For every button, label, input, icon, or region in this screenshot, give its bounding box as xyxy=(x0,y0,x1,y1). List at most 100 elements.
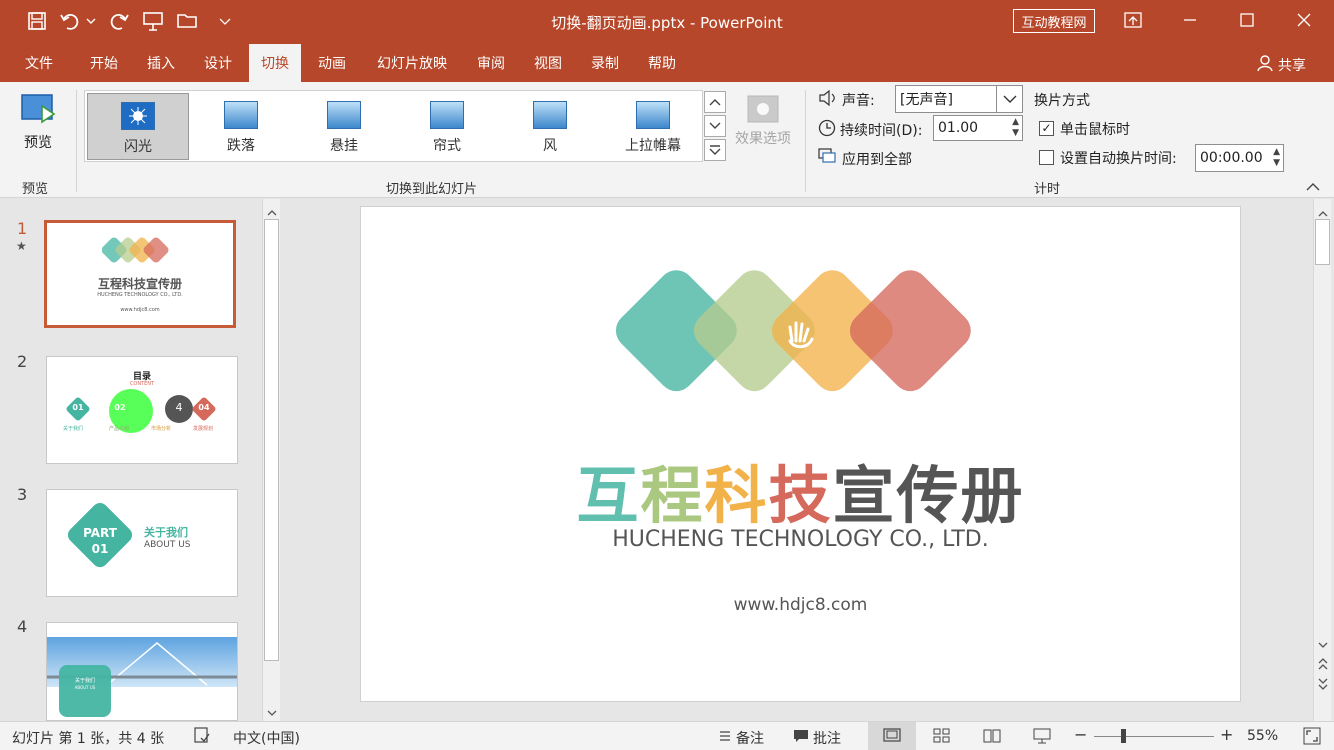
group-separator xyxy=(76,90,77,192)
slideshow-icon[interactable] xyxy=(1033,728,1051,748)
ribbon-display-icon[interactable] xyxy=(1105,0,1161,40)
slide-sorter-icon[interactable] xyxy=(933,728,951,748)
share-button[interactable]: 共享 xyxy=(1256,54,1306,76)
tab-slideshow[interactable]: 幻灯片放映 xyxy=(364,44,460,82)
normal-view-button[interactable] xyxy=(868,722,916,750)
thumbnail-slide-2[interactable]: 目录 CONTENT 01 02 03 4 04 关于我们 产品介绍 市场分析 … xyxy=(46,356,238,464)
spin-arrows-icon[interactable]: ▲ ▼ xyxy=(1273,147,1280,169)
scroll-thumb[interactable] xyxy=(264,219,279,661)
minimize-icon[interactable] xyxy=(1162,0,1218,40)
sound-select[interactable]: [无声音] xyxy=(895,85,1023,113)
close-icon[interactable] xyxy=(1276,0,1332,40)
language-indicator[interactable]: 中文(中国) xyxy=(233,728,300,748)
zoom-in-icon[interactable]: + xyxy=(1220,725,1233,744)
tab-design[interactable]: 设计 xyxy=(193,44,243,82)
collapse-ribbon-icon[interactable] xyxy=(1306,180,1320,196)
tab-file[interactable]: 文件 xyxy=(12,44,66,82)
duration-spinner[interactable]: 01.00 ▲ ▼ xyxy=(933,115,1023,141)
slide-title: 互程科技宣传册 xyxy=(361,445,1240,535)
transition-flash[interactable]: 闪光 xyxy=(87,93,189,160)
curtains-icon xyxy=(430,101,464,129)
tab-transitions[interactable]: 切换 xyxy=(249,44,301,82)
transition-drape[interactable]: 悬挂 xyxy=(293,93,395,160)
item-number: 02 xyxy=(114,403,126,412)
tab-help[interactable]: 帮助 xyxy=(637,44,687,82)
transition-label: 悬挂 xyxy=(330,138,358,154)
thumbnail-slide-1[interactable]: 互程科技宣传册 HUCHENG TECHNOLOGY CO., LTD. www… xyxy=(44,220,236,328)
advance-title: 换片方式 xyxy=(1034,93,1090,109)
tab-insert[interactable]: 插入 xyxy=(136,44,186,82)
thumbnail-slide-4[interactable]: 关于我们 ABOUT US xyxy=(46,622,238,721)
tab-view[interactable]: 视图 xyxy=(523,44,573,82)
sound-value: [无声音] xyxy=(900,92,953,108)
group-separator xyxy=(805,90,806,192)
transition-fall[interactable]: 跌落 xyxy=(190,93,292,160)
reading-view-icon[interactable] xyxy=(983,728,1001,748)
auto-after-spinner[interactable]: 00:00.00 ▲ ▼ xyxy=(1195,144,1284,172)
about-box xyxy=(59,665,111,717)
tab-record[interactable]: 录制 xyxy=(580,44,630,82)
auto-after-checkbox[interactable] xyxy=(1039,150,1054,165)
auto-after-value: 00:00.00 xyxy=(1200,150,1263,166)
maximize-icon[interactable] xyxy=(1219,0,1275,40)
thumbnail-scrollbar[interactable] xyxy=(262,199,280,721)
part-label: PART xyxy=(83,526,117,540)
zoom-slider[interactable] xyxy=(1094,736,1214,737)
speaker-icon xyxy=(818,89,838,110)
tab-animations[interactable]: 动画 xyxy=(307,44,357,82)
accessibility-icon[interactable] xyxy=(193,726,211,748)
tab-home[interactable]: 开始 xyxy=(78,44,130,82)
item-label: 发展规划 xyxy=(193,426,214,432)
title-char: 互 xyxy=(576,459,641,532)
thumb-subtitle: ABOUT US xyxy=(74,685,96,690)
chevron-down-icon[interactable] xyxy=(996,86,1022,112)
transition-label: 上拉帷幕 xyxy=(625,138,681,154)
zoom-out-icon[interactable]: − xyxy=(1074,725,1087,744)
gallery-group-label: 切换到此幻灯片 xyxy=(386,182,478,197)
fit-slide-icon[interactable] xyxy=(1303,727,1321,749)
gallery-more[interactable] xyxy=(704,139,726,161)
slide-scrollbar[interactable] xyxy=(1313,199,1331,721)
tutorial-badge[interactable]: 互动教程网 xyxy=(1013,9,1095,33)
zoom-level[interactable]: 55% xyxy=(1247,728,1278,744)
previous-slide-icon[interactable] xyxy=(1318,657,1328,675)
transition-label: 帘式 xyxy=(433,138,461,154)
spin-arrows-icon[interactable]: ▲ ▼ xyxy=(1012,117,1019,139)
comments-button[interactable]: 批注 xyxy=(793,728,841,748)
scroll-down-icon[interactable] xyxy=(1318,637,1328,653)
clock-icon xyxy=(818,119,836,141)
thumb-title: 关于我们 xyxy=(144,526,188,539)
current-slide[interactable]: 互程科技宣传册 HUCHENG TECHNOLOGY CO., LTD. www… xyxy=(360,206,1241,702)
apply-all-button[interactable]: 应用到全部 xyxy=(818,148,912,170)
scroll-thumb[interactable] xyxy=(1315,219,1330,265)
next-slide-icon[interactable] xyxy=(1318,677,1328,695)
gallery-scroll-down[interactable] xyxy=(704,115,726,137)
slide-number: 4 xyxy=(17,617,28,636)
comments-label: 批注 xyxy=(813,731,841,747)
transition-prestige[interactable]: 上拉帷幕 xyxy=(602,93,704,160)
notes-icon xyxy=(718,729,732,747)
item-number: 04 xyxy=(198,403,210,412)
tab-review[interactable]: 审阅 xyxy=(466,44,516,82)
transition-curtains[interactable]: 帘式 xyxy=(396,93,498,160)
duration-label: 持续时间(D): xyxy=(840,123,923,139)
thumb-title: 互程科技宣传册 xyxy=(97,277,182,291)
slide-number: 3 xyxy=(17,485,28,504)
slide-number: 1 xyxy=(17,219,28,238)
zoom-slider-thumb[interactable] xyxy=(1121,729,1126,743)
transition-wind[interactable]: 风 xyxy=(499,93,601,160)
fall-icon xyxy=(224,101,258,129)
slide-subtitle: HUCHENG TECHNOLOGY CO., LTD. xyxy=(612,527,989,552)
preview-button[interactable]: 预览 xyxy=(12,92,64,152)
slide-number: 2 xyxy=(17,352,28,371)
scroll-down-icon[interactable] xyxy=(267,705,277,721)
notes-button[interactable]: 备注 xyxy=(718,728,764,748)
thumbnail-slide-3[interactable]: PART 01 关于我们 ABOUT US xyxy=(46,489,238,597)
preview-label: 预览 xyxy=(24,135,52,151)
effect-options-button[interactable]: 效果选项 xyxy=(730,94,796,148)
scroll-up-icon[interactable] xyxy=(267,204,277,220)
on-click-checkbox[interactable]: ✓ xyxy=(1039,121,1054,136)
slide-info: 幻灯片 第 1 张，共 4 张 xyxy=(12,731,165,747)
thumb-title: 关于我们 xyxy=(74,678,95,684)
gallery-scroll-up[interactable] xyxy=(704,91,726,113)
